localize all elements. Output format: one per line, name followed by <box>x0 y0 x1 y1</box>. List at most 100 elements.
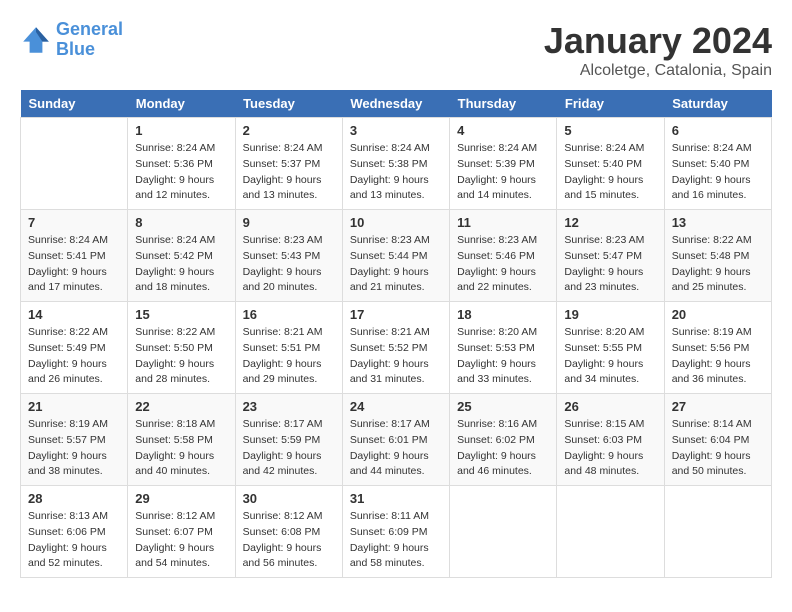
day-number: 13 <box>672 215 764 230</box>
day-detail: Sunrise: 8:24 AMSunset: 5:37 PMDaylight:… <box>243 141 335 204</box>
day-header-sunday: Sunday <box>21 90 128 118</box>
day-number: 29 <box>135 491 227 506</box>
day-detail: Sunrise: 8:17 AMSunset: 5:59 PMDaylight:… <box>243 417 335 480</box>
day-detail: Sunrise: 8:15 AMSunset: 6:03 PMDaylight:… <box>564 417 656 480</box>
page-header: General Blue January 2024 Alcoletge, Cat… <box>20 20 772 80</box>
calendar-cell: 18 Sunrise: 8:20 AMSunset: 5:53 PMDayligh… <box>450 302 557 394</box>
day-number: 26 <box>564 399 656 414</box>
day-number: 31 <box>350 491 442 506</box>
calendar-cell: 27 Sunrise: 8:14 AMSunset: 6:04 PMDayligh… <box>664 394 771 486</box>
calendar-header-row: SundayMondayTuesdayWednesdayThursdayFrid… <box>21 90 772 118</box>
calendar-week-row: 1Sunrise: 8:24 AMSunset: 5:36 PMDaylight… <box>21 118 772 210</box>
day-number: 28 <box>28 491 120 506</box>
day-number: 27 <box>672 399 764 414</box>
calendar-cell: 19 Sunrise: 8:20 AMSunset: 5:55 PMDayligh… <box>557 302 664 394</box>
day-detail: Sunrise: 8:22 AMSunset: 5:48 PMDaylight:… <box>672 233 764 296</box>
calendar-cell: 14 Sunrise: 8:22 AMSunset: 5:49 PMDayligh… <box>21 302 128 394</box>
calendar-cell: 11Sunrise: 8:23 AMSunset: 5:46 PMDayligh… <box>450 210 557 302</box>
day-number: 2 <box>243 123 335 138</box>
day-number: 8 <box>135 215 227 230</box>
day-header-wednesday: Wednesday <box>342 90 449 118</box>
day-detail: Sunrise: 8:23 AMSunset: 5:44 PMDaylight:… <box>350 233 442 296</box>
logo-icon <box>20 24 52 56</box>
day-number: 20 <box>672 307 764 322</box>
day-detail: Sunrise: 8:24 AMSunset: 5:40 PMDaylight:… <box>564 141 656 204</box>
day-detail: Sunrise: 8:22 AMSunset: 5:50 PMDaylight:… <box>135 325 227 388</box>
day-number: 18 <box>457 307 549 322</box>
calendar-cell: 30 Sunrise: 8:12 AMSunset: 6:08 PMDayligh… <box>235 486 342 578</box>
day-number: 7 <box>28 215 120 230</box>
calendar-cell <box>450 486 557 578</box>
calendar-table: SundayMondayTuesdayWednesdayThursdayFrid… <box>20 90 772 578</box>
calendar-cell <box>664 486 771 578</box>
day-number: 19 <box>564 307 656 322</box>
day-detail: Sunrise: 8:23 AMSunset: 5:43 PMDaylight:… <box>243 233 335 296</box>
calendar-week-row: 28Sunrise: 8:13 AMSunset: 6:06 PMDayligh… <box>21 486 772 578</box>
calendar-cell: 17 Sunrise: 8:21 AMSunset: 5:52 PMDayligh… <box>342 302 449 394</box>
day-number: 17 <box>350 307 442 322</box>
month-title: January 2024 <box>544 20 772 62</box>
day-number: 21 <box>28 399 120 414</box>
calendar-cell: 12Sunrise: 8:23 AMSunset: 5:47 PMDayligh… <box>557 210 664 302</box>
day-number: 15 <box>135 307 227 322</box>
day-number: 30 <box>243 491 335 506</box>
day-detail: Sunrise: 8:24 AMSunset: 5:42 PMDaylight:… <box>135 233 227 296</box>
calendar-cell: 20Sunrise: 8:19 AMSunset: 5:56 PMDayligh… <box>664 302 771 394</box>
day-header-monday: Monday <box>128 90 235 118</box>
calendar-cell: 23 Sunrise: 8:17 AMSunset: 5:59 PMDayligh… <box>235 394 342 486</box>
day-detail: Sunrise: 8:20 AMSunset: 5:53 PMDaylight:… <box>457 325 549 388</box>
calendar-cell: 24 Sunrise: 8:17 AMSunset: 6:01 PMDayligh… <box>342 394 449 486</box>
day-detail: Sunrise: 8:20 AMSunset: 5:55 PMDaylight:… <box>564 325 656 388</box>
day-number: 10 <box>350 215 442 230</box>
calendar-cell: 16 Sunrise: 8:21 AMSunset: 5:51 PMDayligh… <box>235 302 342 394</box>
calendar-cell: 5 Sunrise: 8:24 AMSunset: 5:40 PMDaylight… <box>557 118 664 210</box>
calendar-cell: 9Sunrise: 8:23 AMSunset: 5:43 PMDaylight… <box>235 210 342 302</box>
day-detail: Sunrise: 8:12 AMSunset: 6:08 PMDaylight:… <box>243 509 335 572</box>
calendar-cell: 7 Sunrise: 8:24 AMSunset: 5:41 PMDaylight… <box>21 210 128 302</box>
day-number: 24 <box>350 399 442 414</box>
calendar-cell: 2 Sunrise: 8:24 AMSunset: 5:37 PMDaylight… <box>235 118 342 210</box>
calendar-cell: 1Sunrise: 8:24 AMSunset: 5:36 PMDaylight… <box>128 118 235 210</box>
calendar-cell <box>21 118 128 210</box>
day-detail: Sunrise: 8:11 AMSunset: 6:09 PMDaylight:… <box>350 509 442 572</box>
day-detail: Sunrise: 8:24 AMSunset: 5:41 PMDaylight:… <box>28 233 120 296</box>
day-detail: Sunrise: 8:21 AMSunset: 5:52 PMDaylight:… <box>350 325 442 388</box>
calendar-cell: 3Sunrise: 8:24 AMSunset: 5:38 PMDaylight… <box>342 118 449 210</box>
calendar-cell: 25 Sunrise: 8:16 AMSunset: 6:02 PMDayligh… <box>450 394 557 486</box>
day-number: 6 <box>672 123 764 138</box>
day-detail: Sunrise: 8:18 AMSunset: 5:58 PMDaylight:… <box>135 417 227 480</box>
title-block: January 2024 Alcoletge, Catalonia, Spain <box>544 20 772 80</box>
day-detail: Sunrise: 8:16 AMSunset: 6:02 PMDaylight:… <box>457 417 549 480</box>
calendar-week-row: 7 Sunrise: 8:24 AMSunset: 5:41 PMDaylight… <box>21 210 772 302</box>
calendar-cell: 28Sunrise: 8:13 AMSunset: 6:06 PMDayligh… <box>21 486 128 578</box>
calendar-cell: 22 Sunrise: 8:18 AMSunset: 5:58 PMDayligh… <box>128 394 235 486</box>
day-detail: Sunrise: 8:21 AMSunset: 5:51 PMDaylight:… <box>243 325 335 388</box>
calendar-cell: 6Sunrise: 8:24 AMSunset: 5:40 PMDaylight… <box>664 118 771 210</box>
calendar-cell: 31 Sunrise: 8:11 AMSunset: 6:09 PMDayligh… <box>342 486 449 578</box>
day-number: 23 <box>243 399 335 414</box>
day-number: 5 <box>564 123 656 138</box>
day-detail: Sunrise: 8:19 AMSunset: 5:57 PMDaylight:… <box>28 417 120 480</box>
calendar-cell: 15 Sunrise: 8:22 AMSunset: 5:50 PMDayligh… <box>128 302 235 394</box>
logo-text: General Blue <box>56 20 123 60</box>
day-header-saturday: Saturday <box>664 90 771 118</box>
calendar-cell: 21 Sunrise: 8:19 AMSunset: 5:57 PMDayligh… <box>21 394 128 486</box>
day-detail: Sunrise: 8:24 AMSunset: 5:39 PMDaylight:… <box>457 141 549 204</box>
calendar-cell: 26 Sunrise: 8:15 AMSunset: 6:03 PMDayligh… <box>557 394 664 486</box>
day-number: 4 <box>457 123 549 138</box>
day-detail: Sunrise: 8:22 AMSunset: 5:49 PMDaylight:… <box>28 325 120 388</box>
day-number: 22 <box>135 399 227 414</box>
day-detail: Sunrise: 8:24 AMSunset: 5:36 PMDaylight:… <box>135 141 227 204</box>
day-number: 3 <box>350 123 442 138</box>
day-detail: Sunrise: 8:17 AMSunset: 6:01 PMDaylight:… <box>350 417 442 480</box>
day-header-thursday: Thursday <box>450 90 557 118</box>
day-header-friday: Friday <box>557 90 664 118</box>
day-detail: Sunrise: 8:23 AMSunset: 5:47 PMDaylight:… <box>564 233 656 296</box>
day-number: 16 <box>243 307 335 322</box>
calendar-cell: 29Sunrise: 8:12 AMSunset: 6:07 PMDayligh… <box>128 486 235 578</box>
day-number: 14 <box>28 307 120 322</box>
calendar-week-row: 21 Sunrise: 8:19 AMSunset: 5:57 PMDayligh… <box>21 394 772 486</box>
day-detail: Sunrise: 8:23 AMSunset: 5:46 PMDaylight:… <box>457 233 549 296</box>
day-number: 25 <box>457 399 549 414</box>
day-detail: Sunrise: 8:14 AMSunset: 6:04 PMDaylight:… <box>672 417 764 480</box>
